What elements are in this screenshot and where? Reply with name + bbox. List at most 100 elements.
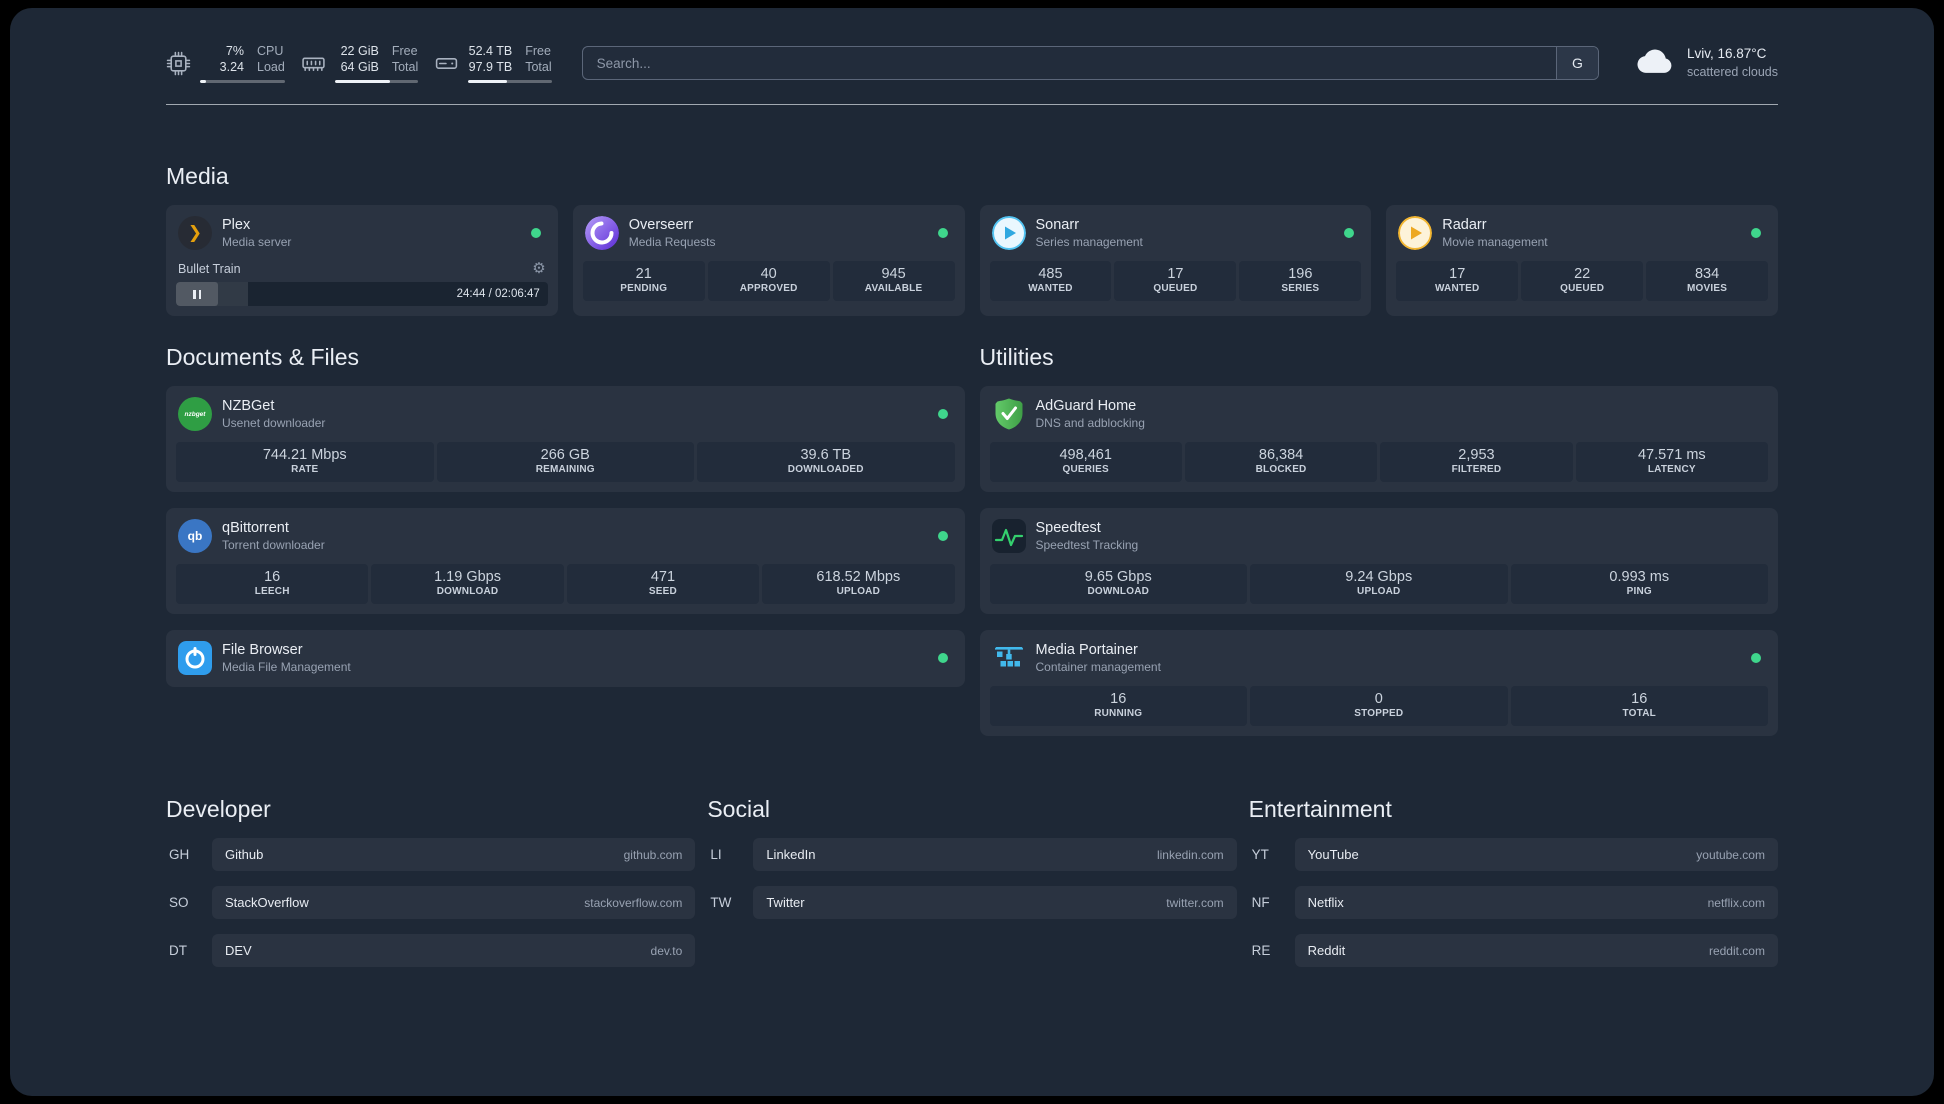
pause-button[interactable] (176, 282, 218, 306)
card-adguard[interactable]: AdGuard Home DNS and adblocking 498,461 … (979, 386, 1778, 492)
pause-icon (193, 289, 196, 299)
section-title-entertainment: Entertainment (1248, 796, 1392, 822)
card-plex[interactable]: ❯ Plex Media server Bullet Train ⚙ 24:44… (166, 205, 558, 316)
service-description: Movie management (1442, 234, 1548, 249)
stat-value: 0.993 ms (1609, 569, 1670, 585)
stat-label: WANTED (1028, 283, 1073, 294)
stat-box: 485 WANTED (989, 261, 1112, 301)
player-settings-gear-icon[interactable]: ⚙ (532, 261, 545, 276)
service-description: DNS and adblocking (1035, 415, 1145, 430)
stat-value: 9.24 Gbps (1345, 569, 1413, 585)
stat-label: RUNNING (1094, 708, 1143, 719)
card-qbittorrent[interactable]: qb qBittorrent Torrent downloader 16 LEE… (166, 508, 965, 614)
memory-progressbar (334, 80, 419, 84)
bookmark-abbr: SO (169, 895, 189, 910)
topbar-divider (166, 104, 1778, 105)
bookmark-name: LinkedIn (766, 847, 816, 862)
bookmark-url: linkedin.com (1156, 847, 1224, 862)
status-dot (937, 228, 948, 238)
service-description: Media Requests (628, 234, 716, 249)
adguard-shield-icon (992, 397, 1026, 431)
service-name: Sonarr (1035, 217, 1080, 234)
stat-label: QUEUED (1560, 283, 1605, 294)
stat-value: 945 (881, 266, 906, 282)
stat-value: 47.571 ms (1637, 447, 1706, 463)
section-title-media: Media (166, 163, 229, 189)
stat-box: 17 QUEUED (1114, 261, 1237, 301)
bookmark-item-github[interactable]: GH Github github.com (166, 838, 696, 871)
memory-free-value: 22 GiB (340, 43, 379, 58)
now-playing-title: Bullet Train (178, 261, 241, 276)
stat-label: QUEUED (1153, 283, 1198, 294)
stat-label: STOPPED (1354, 708, 1404, 719)
section-title-developer: Developer (166, 796, 271, 822)
bookmark-item-reddit[interactable]: RE Reddit reddit.com (1249, 934, 1778, 967)
card-nzbget[interactable]: nzbget NZBGet Usenet downloader 744.21 M… (166, 386, 965, 492)
stat-box: 47.571 ms LATENCY (1575, 442, 1768, 482)
bookmark-item-stackoverflow[interactable]: SO StackOverflow stackoverflow.com (166, 886, 696, 919)
bookmark-url: stackoverflow.com (584, 895, 683, 910)
cpu-progressbar (200, 80, 285, 84)
card-radarr[interactable]: Radarr Movie management 17 WANTED 22 QUE… (1386, 205, 1778, 316)
utilities-column: Utilities AdGuard Home DNS and adblockin… (979, 344, 1778, 736)
stat-label: WANTED (1434, 283, 1480, 294)
stat-box: 744.21 Mbps RATE (176, 442, 434, 482)
player-progressbar[interactable]: 24:44 / 02:06:47 (176, 282, 548, 306)
stat-value: 2,953 (1458, 447, 1495, 463)
bookmark-group-developer: Developer GH Github github.com SO StackO… (166, 796, 696, 967)
card-portainer[interactable]: Media Portainer Container management 16 … (979, 630, 1778, 736)
disk-free-value: 52.4 TB (468, 43, 513, 58)
bookmark-name: Github (225, 847, 264, 862)
bookmark-item-netflix[interactable]: NF Netflix netflix.com (1249, 886, 1778, 919)
stat-value: 196 (1288, 266, 1313, 282)
documents-column: Documents & Files nzbget NZBGet Usenet d… (166, 344, 965, 687)
memory-label-bottom: Total (391, 60, 419, 74)
stat-label: RATE (291, 464, 319, 475)
bookmark-abbr: DT (169, 943, 187, 958)
weather-widget: Lviv, 16.87°C scattered clouds (1635, 45, 1778, 80)
bookmark-abbr: YT (1251, 847, 1269, 862)
stat-value: 16 (264, 569, 281, 585)
stat-box: 17 WANTED (1396, 261, 1519, 301)
service-name: qBittorrent (222, 520, 289, 537)
stat-value: 17 (1167, 266, 1184, 282)
card-speedtest[interactable]: Speedtest Speedtest Tracking 9.65 Gbps D… (979, 508, 1778, 614)
bookmark-body: StackOverflow stackoverflow.com (212, 886, 696, 919)
stat-box: 86,384 BLOCKED (1184, 442, 1378, 482)
weather-location: Lviv, 16.87°C (1686, 46, 1767, 62)
service-description: Speedtest Tracking (1035, 537, 1139, 552)
plex-icon: ❯ (178, 216, 212, 250)
bookmark-item-youtube[interactable]: YT YouTube youtube.com (1249, 838, 1778, 871)
stat-label: APPROVED (739, 283, 798, 294)
bookmark-abbr: RE (1251, 943, 1271, 958)
cpu-label-top: CPU (257, 43, 284, 58)
bookmark-item-twitter[interactable]: TW Twitter twitter.com (707, 886, 1237, 919)
stat-value: 16 (1631, 691, 1648, 707)
bookmark-item-linkedin[interactable]: LI LinkedIn linkedin.com (707, 838, 1237, 871)
bookmark-body: Github github.com (212, 838, 696, 871)
radarr-icon (1398, 216, 1433, 250)
stat-box: 196 SERIES (1239, 261, 1362, 301)
search-input[interactable] (582, 47, 1556, 79)
stat-label: DOWNLOAD (436, 586, 499, 597)
service-description: Usenet downloader (222, 415, 326, 430)
resource-widgets: 7% 3.24 CPU Load 22 GiB 64 GiB Free Tota… (166, 43, 552, 84)
stat-value: 498,461 (1059, 447, 1112, 463)
portainer-crane-icon (992, 641, 1026, 675)
nzbget-icon: nzbget (178, 397, 212, 431)
card-overseerr[interactable]: Overseerr Media Requests 21 PENDING 40 A… (572, 205, 965, 316)
weather-condition: scattered clouds (1686, 64, 1778, 79)
section-title-utilities: Utilities (979, 344, 1054, 370)
status-dot (937, 653, 948, 663)
disk-widget: 52.4 TB 97.9 TB Free Total (434, 43, 552, 84)
bookmark-url: netflix.com (1707, 895, 1765, 910)
card-filebrowser[interactable]: File Browser Media File Management (166, 630, 965, 687)
bookmark-item-dev[interactable]: DT DEV dev.to (166, 934, 696, 967)
disk-label-top: Free (525, 43, 551, 58)
search-engine-button[interactable]: G (1555, 47, 1598, 79)
bookmark-abbr: GH (169, 847, 190, 862)
card-sonarr[interactable]: Sonarr Series management 485 WANTED 17 Q… (979, 205, 1372, 316)
disk-label-bottom: Total (525, 60, 552, 74)
stat-value: 16 (1110, 691, 1127, 707)
cpu-chip-icon (166, 51, 191, 76)
